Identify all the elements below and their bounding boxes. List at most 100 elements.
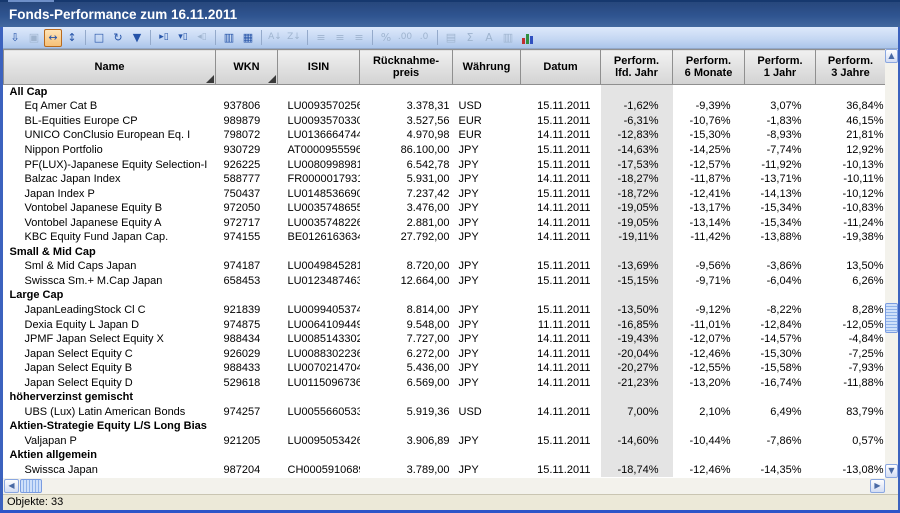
column-stats-icon[interactable]: ▥ [220,29,238,47]
cell-currency: JPY [453,375,521,390]
cell-p_ytd: -20,04% [601,346,673,361]
bar-chart-icon[interactable] [518,29,536,47]
column-header-date[interactable]: Datum [521,50,601,85]
table-row[interactable]: BL-Equities Europe CP989879LU00935703303… [4,114,886,129]
cell-p_3y: -10,83% [816,201,886,216]
table-row[interactable]: Eq Amer Cat B937806LU00935702563.378,31U… [4,99,886,114]
table-group-row[interactable]: All Cap [4,85,886,100]
table-row[interactable]: Japan Select Equity C926029LU00883022366… [4,346,886,361]
add-decimal-icon[interactable]: .00 [396,29,414,47]
table-row[interactable]: Vontobel Japanese Equity A972717LU003574… [4,215,886,230]
vertical-scrollbar-thumb[interactable] [885,303,898,333]
align-center-icon[interactable]: ≡ [331,29,349,47]
table-row[interactable]: KBC Equity Fund Japan Cap.974155BE012616… [4,230,886,245]
table-row[interactable]: JPMF Japan Select Equity X988434LU008514… [4,332,886,347]
toolbar-separator [215,30,216,45]
new-view-icon[interactable]: □ [90,29,108,47]
table-row[interactable]: Japan Select Equity B988433LU00702147045… [4,361,886,376]
cell-p_3y: -7,93% [816,361,886,376]
copy-icon[interactable]: ▣ [25,29,43,47]
fit-width-icon[interactable]: ↔ [44,29,62,47]
table-group-row[interactable]: höherverzinst gemischt [4,390,886,405]
cell-p_ytd: -12,83% [601,128,673,143]
table-row[interactable]: JapanLeadingStock Cl C921839LU0099405374… [4,303,886,318]
table-row[interactable]: Nippon Portfolio930729AT000095559686.100… [4,143,886,158]
column-header-p_3y[interactable]: Perform. 3 Jahre [816,50,886,85]
table-row[interactable]: UBS (Lux) Latin American Bonds974257LU00… [4,405,886,420]
export-icon[interactable]: ⇩ [6,29,24,47]
table-group-row[interactable]: Aktien allgemein [4,448,886,463]
sort-descending-icon[interactable]: Z↓ [285,29,303,47]
cell-p_1y: -6,04% [745,274,816,289]
horizontal-scrollbar[interactable]: ◀ ▶ [3,478,885,494]
scroll-right-button[interactable]: ▶ [870,479,885,493]
table-group-row[interactable]: Small & Mid Cap [4,245,886,260]
cell-date: 15.11.2011 [521,434,601,449]
cell-p_3y: -10,11% [816,172,886,187]
table-row[interactable]: Swissca Sm.+ M.Cap Japan658453LU01234874… [4,274,886,289]
remove-decimal-icon[interactable]: .0 [415,29,433,47]
column-header-p_1y[interactable]: Perform. 1 Jahr [745,50,816,85]
scroll-down-button[interactable]: ▼ [885,464,898,478]
column-header-wkn[interactable]: WKN [216,50,278,85]
font-icon[interactable]: A [480,29,498,47]
column-header-p_ytd[interactable]: Perform. lfd. Jahr [601,50,673,85]
cell-isin: FR0000017931 [278,172,360,187]
toolbar-separator [437,30,438,45]
table-row[interactable]: Balzac Japan Index588777FR00000179315.93… [4,172,886,187]
table-row[interactable]: Vontobel Japanese Equity B972050LU003574… [4,201,886,216]
column-header-currency[interactable]: Währung [453,50,521,85]
filter-icon[interactable]: ▼ [128,29,146,47]
table-group-row[interactable]: Aktien-Strategie Equity L/S Long Bias [4,419,886,434]
cell-date: 14.11.2011 [521,405,601,420]
table-row[interactable]: PF(LUX)-Japanese Equity Selection-I92622… [4,157,886,172]
cell-currency: EUR [453,128,521,143]
horizontal-scrollbar-thumb[interactable] [20,479,42,493]
column-format-icon[interactable]: ▤ [442,29,460,47]
column-header-price[interactable]: Rücknahme- preis [360,50,453,85]
scroll-left-button[interactable]: ◀ [4,479,19,493]
cell-p_1y: -15,34% [745,215,816,230]
table-row[interactable]: Japan Select Equity D529618LU01150967366… [4,375,886,390]
cell-p_6m: -9,56% [673,259,745,274]
cell-p_1y: -15,34% [745,201,816,216]
table-row[interactable]: Swissca Japan987204CH00059106893.789,00J… [4,463,886,478]
cell-p_6m: -12,46% [673,346,745,361]
chart-settings-icon[interactable]: ▥ [499,29,517,47]
remove-column-icon[interactable]: ◂▯ [193,29,211,47]
fit-height-icon[interactable]: ↕ [63,29,81,47]
table-row[interactable]: Valjapan P921205LU00950534263.906,89JPY1… [4,434,886,449]
cell-p_1y: -7,86% [745,434,816,449]
scroll-up-button[interactable]: ▲ [885,49,898,63]
sort-ascending-icon[interactable]: A↓ [266,29,284,47]
cell-p_ytd [601,288,673,303]
column-header-p_6m[interactable]: Perform. 6 Monate [673,50,745,85]
cell-isin: LU0115096736 [278,375,360,390]
column-header-isin[interactable]: ISIN [278,50,360,85]
table-row[interactable]: Japan Index P750437LU01485366907.237,42J… [4,186,886,201]
table-row[interactable]: Dexia Equity L Japan D974875LU0064109449… [4,317,886,332]
column-select-icon[interactable]: ▦ [239,29,257,47]
cell-p_1y: -7,74% [745,143,816,158]
window-titlebar[interactable]: Fonds-Performance zum 16.11.2011 [0,2,900,27]
vertical-scrollbar[interactable]: ▲ ▼ [885,49,898,478]
cell-isin: LU0064109449 [278,317,360,332]
table-group-row[interactable]: Large Cap [4,288,886,303]
percent-format-icon[interactable]: % [377,29,395,47]
sum-icon[interactable]: Σ [461,29,479,47]
cell-p_ytd: -19,05% [601,215,673,230]
align-right-icon[interactable]: ≡ [350,29,368,47]
cell-isin: AT0000955596 [278,143,360,158]
cell-p_6m: -10,44% [673,434,745,449]
cell-date: 14.11.2011 [521,346,601,361]
refresh-icon[interactable]: ↻ [109,29,127,47]
cell-isin: LU0085143302 [278,332,360,347]
table-row[interactable]: UNICO ConClusio European Eq. I798072LU01… [4,128,886,143]
column-header-name[interactable]: Name [4,50,216,85]
table-row[interactable]: Sml & Mid Caps Japan974187LU00498452818.… [4,259,886,274]
insert-column-right-icon[interactable]: ▸▯ [155,29,173,47]
cell-name: BL-Equities Europe CP [4,114,216,129]
insert-column-down-icon[interactable]: ▾▯ [174,29,192,47]
cell-wkn: 972717 [216,215,278,230]
align-left-icon[interactable]: ≡ [312,29,330,47]
